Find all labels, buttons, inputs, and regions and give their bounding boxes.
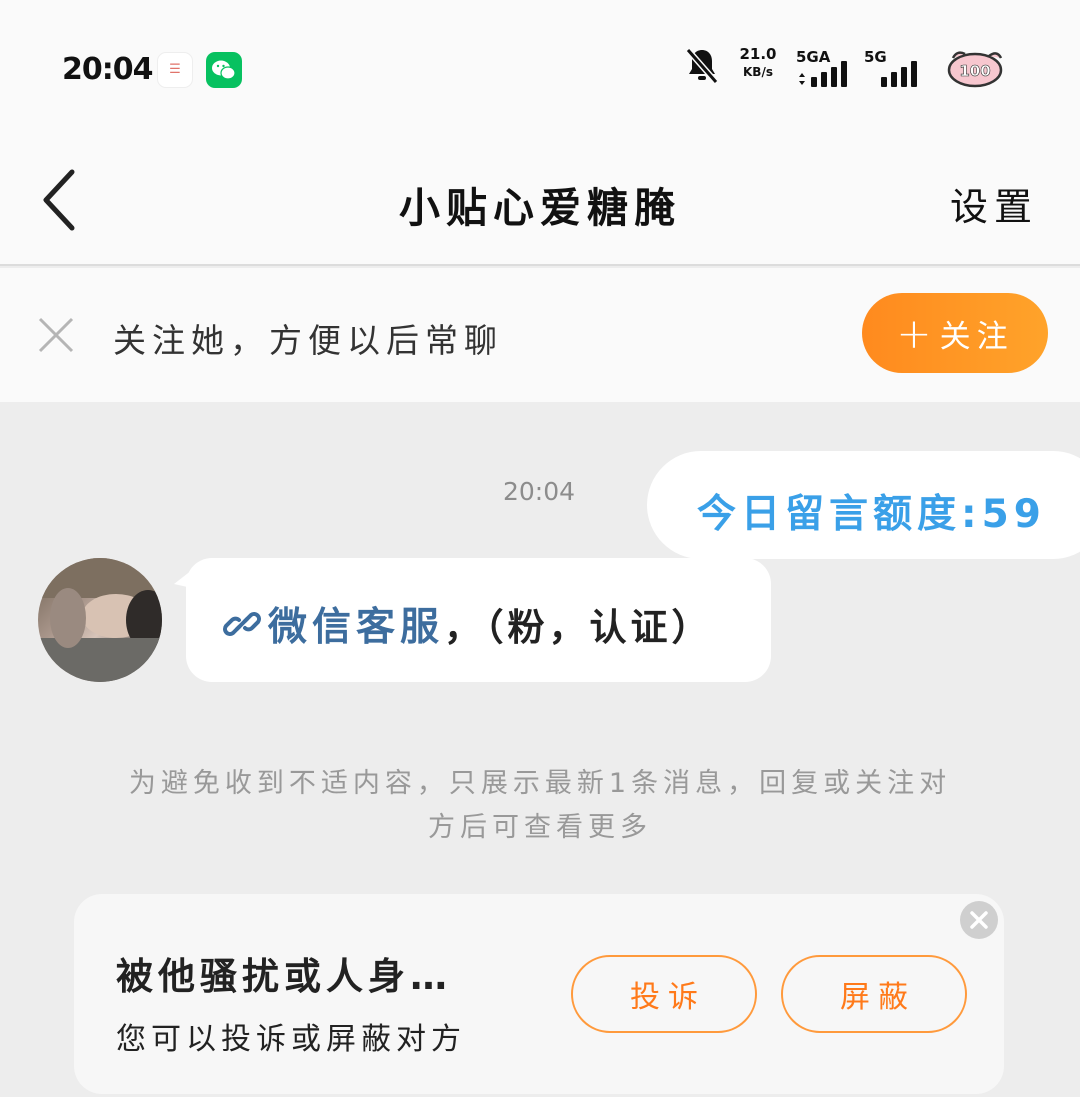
harassment-report-card: 被他骚扰或人身… 您可以投诉或屏蔽对方 投诉 屏蔽 bbox=[74, 894, 1004, 1094]
block-button[interactable]: 屏蔽 bbox=[781, 955, 967, 1033]
incoming-message-bubble: 微信客服 ，（粉，认证） bbox=[186, 558, 771, 682]
complain-button[interactable]: 投诉 bbox=[571, 955, 757, 1033]
notice-line-2: 方后可查看更多 bbox=[428, 812, 652, 843]
content-filter-notice: 为避免收到不适内容，只展示最新1条消息，回复或关注对 方后可查看更多 bbox=[80, 762, 1000, 850]
signal-bars-icon bbox=[881, 61, 917, 87]
outgoing-message-text: 今日留言额度:59 bbox=[697, 492, 1046, 537]
message-timestamp: 20:04 bbox=[503, 477, 576, 506]
link-icon bbox=[223, 612, 261, 636]
outgoing-message-bubble: 今日留言额度:59 bbox=[647, 451, 1080, 559]
signal-5ga: 5GA bbox=[796, 44, 858, 94]
battery-level: 100 bbox=[959, 62, 990, 80]
notification-app-icon-glyph: ☰ bbox=[169, 62, 181, 77]
back-button[interactable] bbox=[34, 168, 86, 232]
banner-close-button[interactable] bbox=[36, 315, 76, 355]
wechat-service-link[interactable]: 微信客服 bbox=[268, 596, 444, 652]
signal-bars-icon bbox=[799, 61, 847, 87]
net-speed-unit: KB/s bbox=[743, 65, 773, 79]
notice-line-1: 为避免收到不适内容，只展示最新1条消息，回复或关注对 bbox=[128, 768, 952, 799]
status-bar: 20:04 ☰ 21.0 KB/s 5GA 5G 100 bbox=[0, 0, 1080, 140]
notification-app-icon: ☰ bbox=[157, 52, 193, 88]
net-speed-value: 21.0 bbox=[739, 45, 777, 63]
plus-icon: + bbox=[896, 308, 932, 358]
nav-header: 小贴心爱糖腌 设置 bbox=[0, 140, 1080, 266]
report-card-subtitle: 您可以投诉或屏蔽对方 bbox=[116, 1022, 466, 1057]
net-speed: 21.0 KB/s bbox=[738, 44, 778, 94]
status-time: 20:04 bbox=[62, 52, 153, 87]
follow-button-label: 关注 bbox=[939, 318, 1014, 355]
avatar[interactable] bbox=[38, 558, 162, 682]
avatar-photo bbox=[38, 558, 162, 682]
wechat-icon bbox=[206, 52, 242, 88]
report-card-close-button[interactable] bbox=[960, 901, 998, 939]
settings-button[interactable]: 设置 bbox=[950, 176, 1038, 231]
page-title: 小贴心爱糖腌 bbox=[399, 184, 681, 232]
chevron-left-icon bbox=[43, 169, 75, 231]
incoming-message-content: 微信客服 ，（粉，认证） bbox=[222, 596, 713, 652]
signal-5g: 5G bbox=[864, 44, 926, 94]
mute-bell-icon bbox=[684, 44, 720, 94]
follow-button[interactable]: + 关注 bbox=[862, 293, 1048, 373]
incoming-message-text: ，（粉，认证） bbox=[444, 606, 713, 649]
follow-banner: 关注她，方便以后常聊 + 关注 bbox=[0, 268, 1080, 402]
close-icon bbox=[970, 911, 988, 929]
report-card-title: 被他骚扰或人身… bbox=[116, 955, 452, 998]
follow-banner-text: 关注她，方便以后常聊 bbox=[113, 321, 503, 360]
close-icon bbox=[38, 317, 74, 353]
battery-icon: 100 bbox=[945, 44, 1007, 94]
